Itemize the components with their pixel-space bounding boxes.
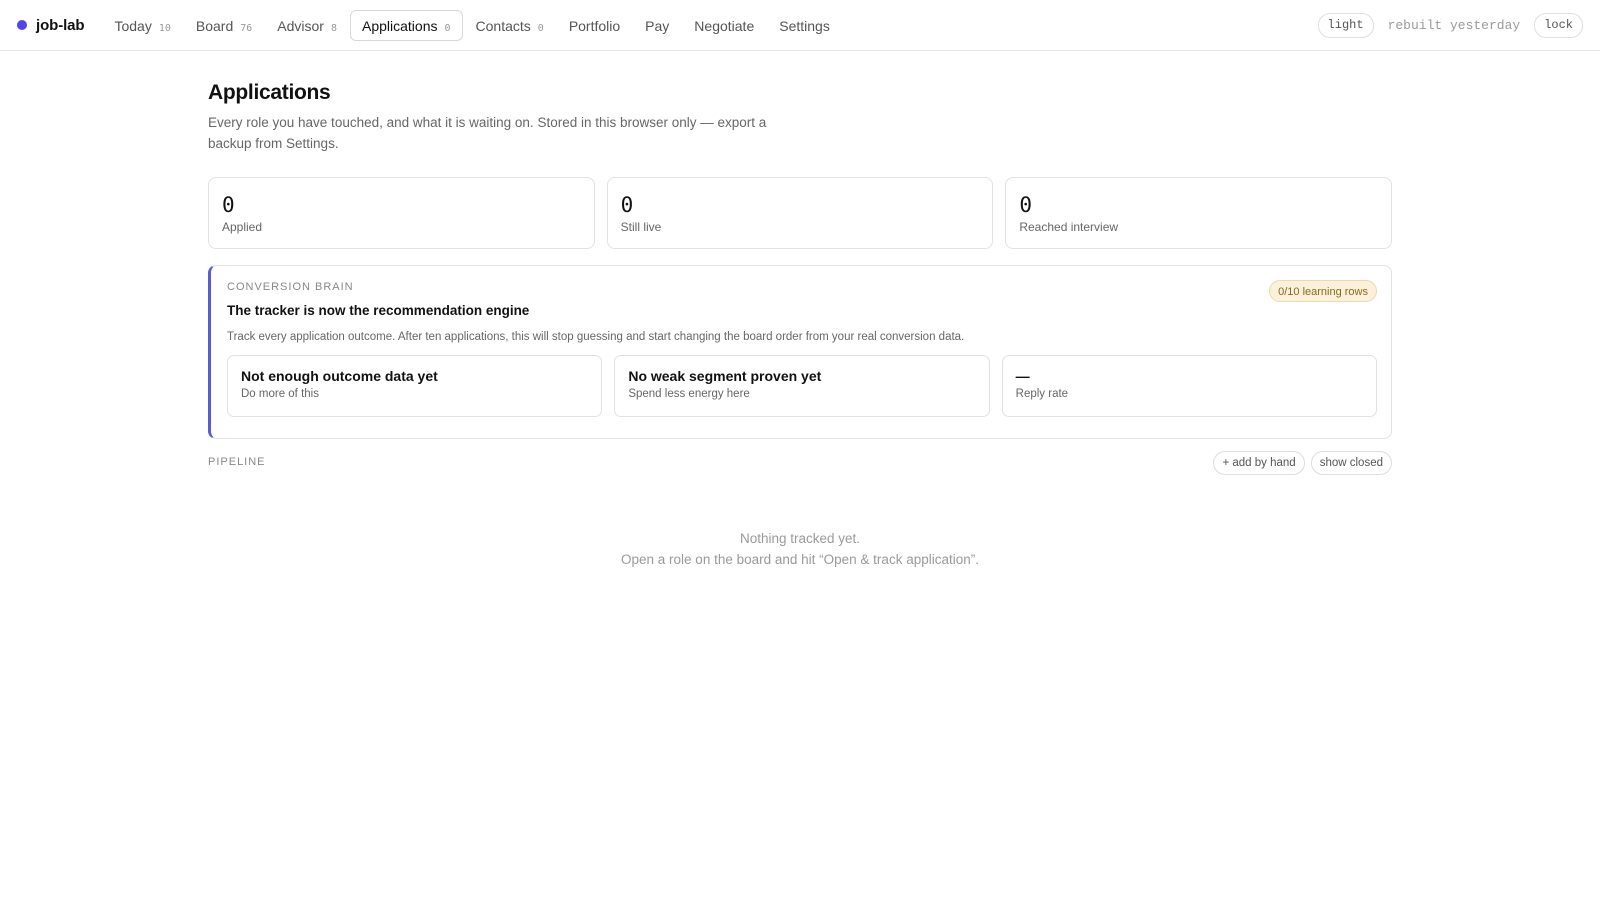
- top-navigation-bar: job-lab Today 10 Board 76 Advisor 8 Appl…: [0, 0, 1600, 51]
- nav-tab-count: 10: [158, 22, 171, 34]
- stats-row: 0 Applied 0 Still live 0 Reached intervi…: [208, 177, 1393, 249]
- nav-tab-count: 8: [330, 22, 337, 34]
- brand[interactable]: job-lab: [17, 16, 85, 34]
- topbar-actions: light rebuilt yesterday lock: [1317, 13, 1583, 38]
- main-nav: Today 10 Board 76 Advisor 8 Applications…: [102, 9, 842, 41]
- nav-tab-today[interactable]: Today 10: [102, 10, 182, 41]
- nav-tab-board[interactable]: Board 76: [184, 10, 264, 41]
- conversion-brain-panel: CONVERSION BRAIN 0/10 learning rows The …: [208, 265, 1392, 439]
- insight-title: Not enough outcome data yet: [241, 368, 438, 384]
- brain-eyebrow: CONVERSION BRAIN: [227, 281, 354, 293]
- stat-card-still-live: 0 Still live: [606, 177, 994, 249]
- nav-tab-label: Contacts: [475, 17, 531, 34]
- insight-subtitle: Do more of this: [241, 388, 319, 400]
- brain-description: Track every application outcome. After t…: [227, 331, 965, 343]
- pipeline-label: PIPELINE: [208, 456, 266, 468]
- stat-label: Applied: [222, 220, 263, 234]
- nav-tab-count: 0: [444, 22, 451, 34]
- nav-tab-label: Applications: [362, 17, 438, 34]
- nav-tab-contacts[interactable]: Contacts 0: [464, 10, 556, 41]
- stat-card-applied: 0 Applied: [208, 177, 595, 249]
- nav-tab-portfolio[interactable]: Portfolio: [557, 10, 632, 41]
- insight-card-reply-rate: — Reply rate: [1001, 355, 1377, 417]
- insight-subtitle: Spend less energy here: [628, 388, 750, 400]
- add-by-hand-button[interactable]: + add by hand: [1213, 451, 1305, 475]
- insight-card-spend-less: No weak segment proven yet Spend less en…: [614, 355, 990, 417]
- stat-label: Reached interview: [1019, 220, 1119, 234]
- brand-dot-icon: [17, 20, 27, 30]
- nav-tab-applications[interactable]: Applications 0: [350, 9, 463, 41]
- pipeline-empty-state: Nothing tracked yet. Open a role on the …: [208, 528, 1392, 570]
- stat-card-reached-interview: 0 Reached interview: [1005, 177, 1393, 249]
- rebuild-status: rebuilt yesterday: [1387, 18, 1521, 33]
- nav-tab-label: Advisor: [277, 17, 324, 34]
- stat-value: 0: [222, 193, 235, 217]
- empty-state-hint: Open a role on the board and hit “Open &…: [621, 552, 979, 567]
- page-description: Every role you have touched, and what it…: [208, 115, 767, 151]
- nav-tab-label: Board: [195, 17, 234, 34]
- pipeline-header: PIPELINE + add by hand show closed: [208, 451, 1392, 475]
- brain-title: The tracker is now the recommendation en…: [227, 303, 530, 318]
- nav-tab-label: Settings: [779, 17, 830, 34]
- insight-title: —: [1015, 368, 1030, 384]
- brain-insight-cards: Not enough outcome data yet Do more of t…: [227, 355, 1377, 417]
- brand-name: job-lab: [36, 16, 85, 34]
- nav-tab-settings[interactable]: Settings: [767, 10, 842, 41]
- nav-tab-label: Pay: [645, 17, 670, 34]
- nav-tab-count: 0: [537, 22, 544, 34]
- nav-tab-negotiate[interactable]: Negotiate: [682, 10, 766, 41]
- nav-tab-label: Negotiate: [694, 17, 755, 34]
- stat-label: Still live: [620, 220, 662, 234]
- stat-value: 0: [620, 193, 634, 217]
- lock-button[interactable]: lock: [1534, 13, 1583, 38]
- stat-value: 0: [1019, 193, 1032, 217]
- nav-tab-label: Today: [114, 17, 152, 34]
- empty-state-title: Nothing tracked yet.: [739, 531, 861, 546]
- nav-tab-count: 76: [240, 22, 253, 34]
- learning-rows-badge: 0/10 learning rows: [1269, 280, 1377, 302]
- theme-toggle-button[interactable]: light: [1317, 13, 1374, 38]
- insight-subtitle: Reply rate: [1015, 388, 1069, 400]
- pipeline-actions: + add by hand show closed: [1213, 451, 1392, 475]
- page-title: Applications: [208, 81, 331, 104]
- nav-tab-pay[interactable]: Pay: [633, 10, 681, 41]
- nav-tab-advisor[interactable]: Advisor 8: [265, 10, 349, 41]
- insight-title: No weak segment proven yet: [628, 368, 822, 384]
- show-closed-button[interactable]: show closed: [1310, 451, 1392, 475]
- insight-card-do-more: Not enough outcome data yet Do more of t…: [227, 355, 603, 417]
- nav-tab-label: Portfolio: [568, 17, 621, 34]
